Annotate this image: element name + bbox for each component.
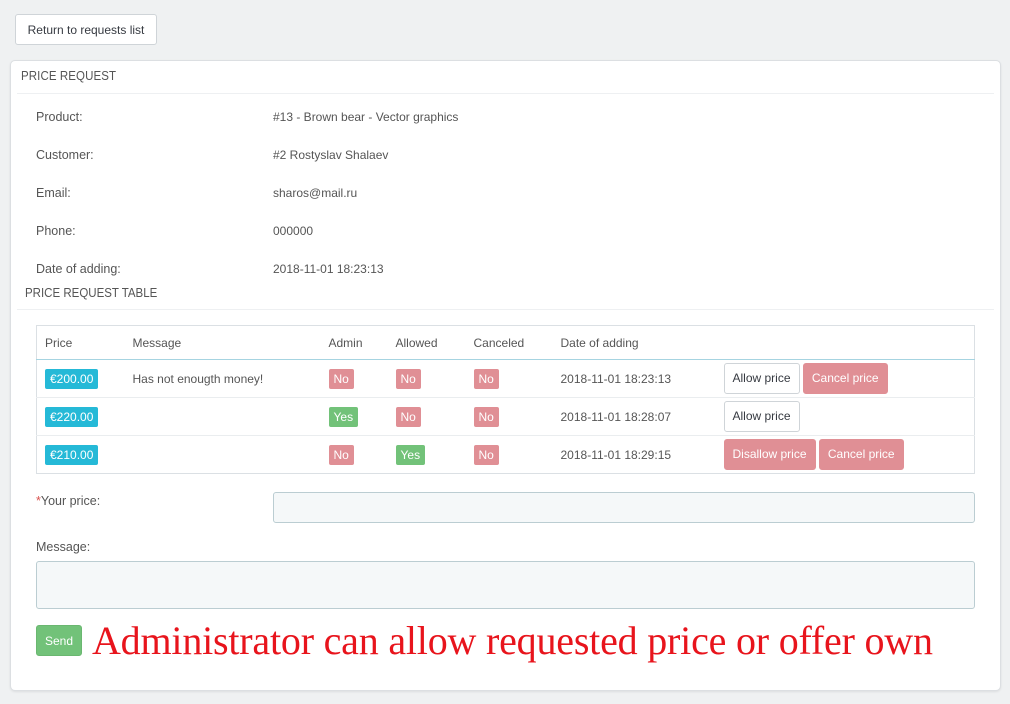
your-price-label: *Your price: xyxy=(36,494,100,508)
column-header-date: Date of adding xyxy=(560,335,639,350)
your-price-label-text: Your price: xyxy=(40,494,101,508)
price-request-panel: PRICE REQUEST Product: #13 - Brown bear … xyxy=(10,60,1001,691)
date-cell: 2018-11-01 18:23:13 xyxy=(560,371,672,386)
actions-cell: Disallow price Cancel price xyxy=(716,436,975,474)
column-header-price: Price xyxy=(45,335,73,350)
disallow-price-button[interactable]: Disallow price xyxy=(723,439,816,470)
info-value: #13 - Brown bear - Vector graphics xyxy=(273,110,459,124)
panel-heading: PRICE REQUEST xyxy=(21,69,117,83)
annotation-caption: Administrator can allow requested price … xyxy=(92,618,933,663)
column-header-message: Message xyxy=(132,335,182,350)
date-cell: 2018-11-01 18:28:07 xyxy=(560,409,672,424)
price-badge: €210.00 xyxy=(45,444,99,465)
canceled-badge: No xyxy=(473,444,499,465)
admin-badge: No xyxy=(328,368,354,389)
info-row-date: Date of adding: 2018-11-01 18:23:13 xyxy=(36,262,936,280)
actions-cell: Allow price Cancel price xyxy=(716,360,975,398)
column-header-allowed: Allowed xyxy=(395,335,438,350)
allow-price-button[interactable]: Allow price xyxy=(723,363,800,394)
your-price-input[interactable] xyxy=(273,492,975,523)
info-label: Date of adding: xyxy=(36,262,121,276)
price-request-table: Price Message Admin Allowed Canceled Dat… xyxy=(36,325,975,474)
message-cell xyxy=(125,398,321,436)
info-value: sharos@mail.ru xyxy=(273,186,358,200)
section-divider xyxy=(17,309,994,310)
info-label: Product: xyxy=(36,110,83,124)
send-button[interactable]: Send xyxy=(36,625,82,656)
return-to-requests-button[interactable]: Return to requests list xyxy=(15,14,157,45)
info-row-customer: Customer: #2 Rostyslav Shalaev xyxy=(36,148,936,166)
table-row: €210.00 No Yes No 2018-11-01 18:29:15 Di… xyxy=(37,436,975,474)
actions-cell: Allow price xyxy=(716,398,975,436)
info-value: 2018-11-01 18:23:13 xyxy=(273,262,384,276)
info-value: 000000 xyxy=(273,224,314,238)
column-header-admin: Admin xyxy=(328,335,363,350)
allowed-badge: Yes xyxy=(395,444,426,465)
table-row: €200.00 Has not enougth money! No No No … xyxy=(36,360,975,398)
message-cell xyxy=(125,436,321,474)
info-value: #2 Rostyslav Shalaev xyxy=(273,148,389,162)
message-textarea[interactable] xyxy=(36,561,975,609)
info-label: Customer: xyxy=(36,148,94,162)
cancel-price-button[interactable]: Cancel price xyxy=(802,363,888,394)
canceled-badge: No xyxy=(473,406,499,427)
info-row-product: Product: #13 - Brown bear - Vector graph… xyxy=(36,110,936,128)
info-label: Phone: xyxy=(36,224,76,238)
info-row-phone: Phone: 000000 xyxy=(36,224,936,242)
heading-divider xyxy=(17,93,994,94)
column-header-actions xyxy=(716,326,975,360)
admin-badge: Yes xyxy=(328,406,359,427)
date-cell: 2018-11-01 18:29:15 xyxy=(560,447,672,462)
allowed-badge: No xyxy=(395,368,421,389)
info-label: Email: xyxy=(36,186,71,200)
cancel-price-button[interactable]: Cancel price xyxy=(818,439,904,470)
table-row: €220.00 Yes No No 2018-11-01 18:28:07 Al… xyxy=(36,398,975,436)
price-request-table-title: PRICE REQUEST TABLE xyxy=(25,286,158,300)
info-row-email: Email: sharos@mail.ru xyxy=(36,186,936,204)
canceled-badge: No xyxy=(473,368,499,389)
allowed-badge: No xyxy=(395,406,421,427)
message-cell: Has not enougth money! xyxy=(132,371,264,386)
price-badge: €200.00 xyxy=(45,368,99,389)
allow-price-button[interactable]: Allow price xyxy=(723,401,800,432)
column-header-canceled: Canceled xyxy=(473,335,525,350)
admin-badge: No xyxy=(328,444,354,465)
price-badge: €220.00 xyxy=(45,406,99,427)
message-label: Message: xyxy=(36,540,91,554)
table-header-row: Price Message Admin Allowed Canceled Dat… xyxy=(36,326,975,360)
